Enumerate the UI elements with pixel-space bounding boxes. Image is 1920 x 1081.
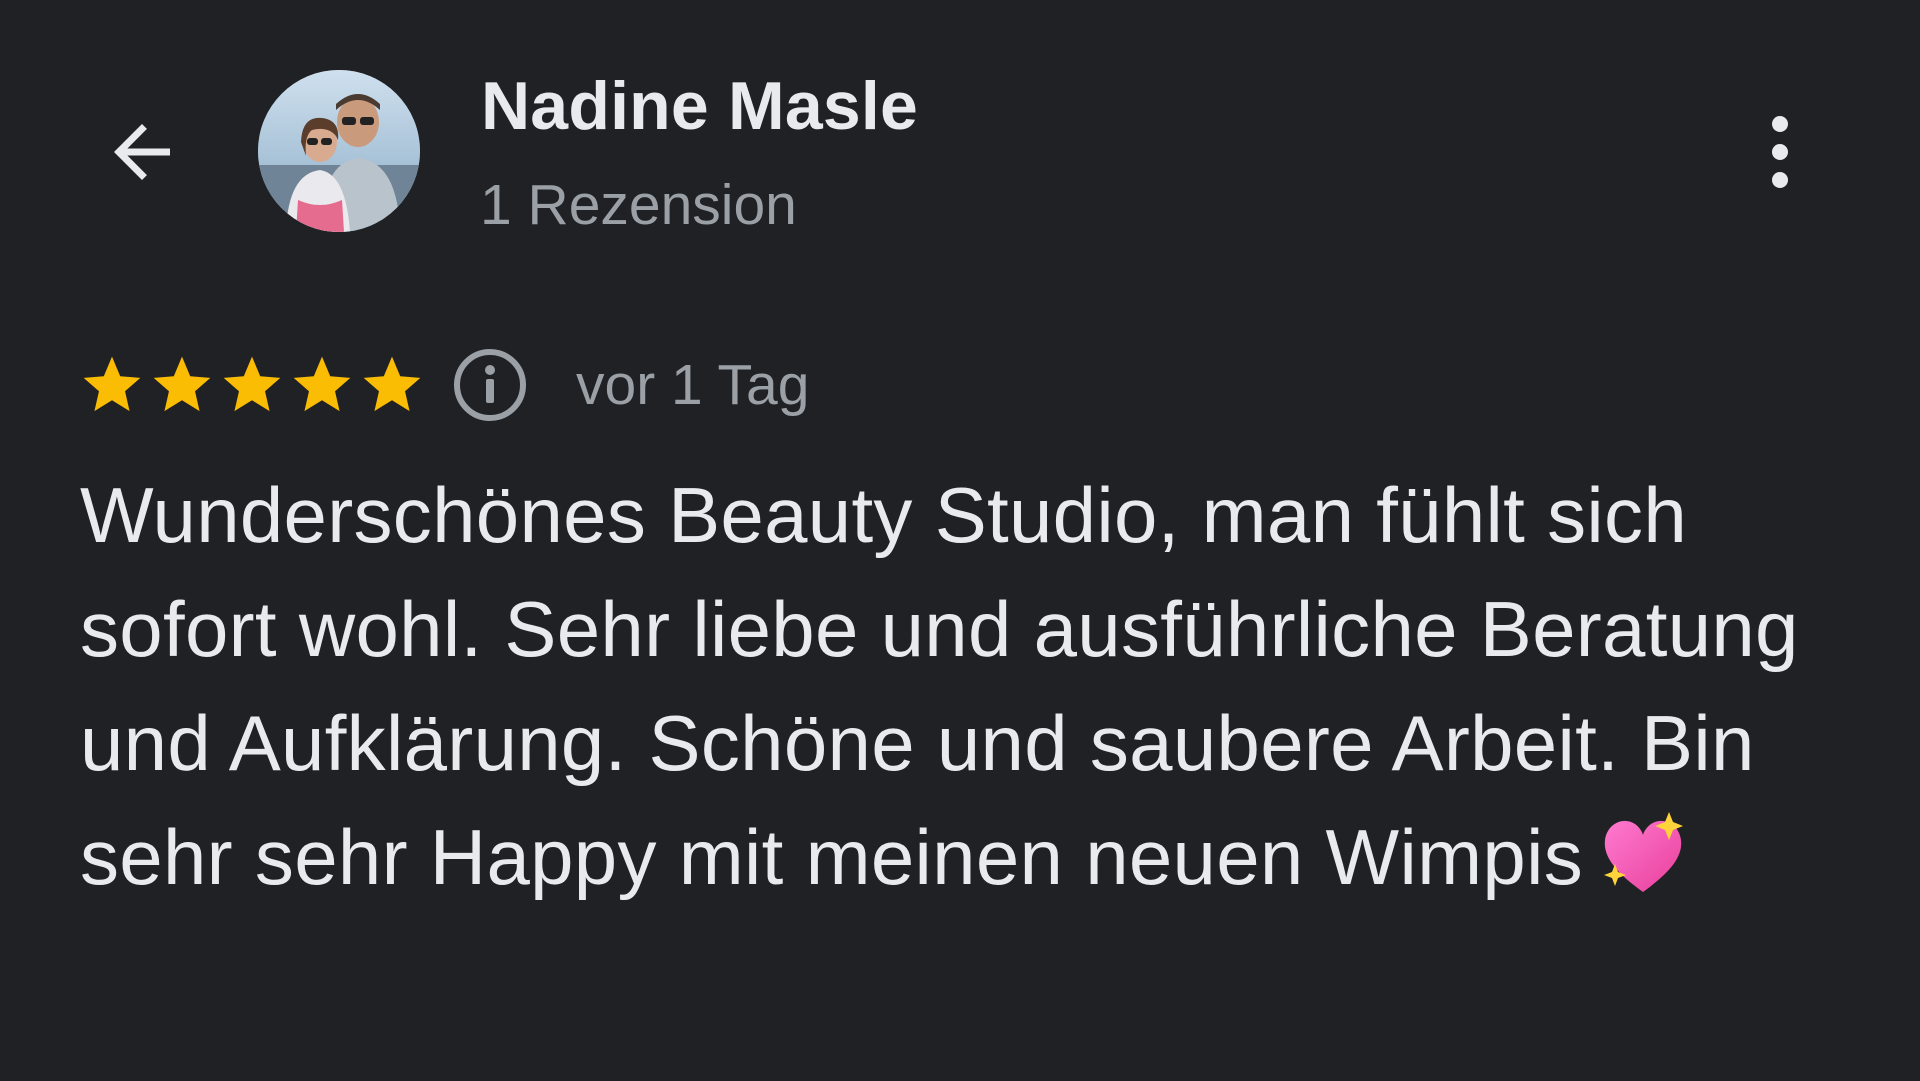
review-count: 1 Rezension xyxy=(480,173,797,237)
star-icon xyxy=(83,356,141,412)
star-icon xyxy=(363,356,421,412)
star-icon xyxy=(223,356,281,412)
star-icon xyxy=(293,356,351,412)
review-date: vor 1 Tag xyxy=(576,353,810,417)
more-options-button[interactable] xyxy=(1740,100,1820,204)
rating-row: vor 1 Tag xyxy=(78,345,809,425)
avatar[interactable] xyxy=(258,70,420,232)
review-detail-screen: Nadine Masle 1 Rezension vor 1 Tag Wunde… xyxy=(0,0,1920,1081)
author-name[interactable]: Nadine Masle xyxy=(481,67,918,145)
sparkling-heart-emoji xyxy=(1597,808,1689,928)
profile-photo xyxy=(258,70,420,232)
arrow-left-icon xyxy=(114,124,170,180)
more-vert-icon xyxy=(1772,116,1788,188)
star-rating xyxy=(78,351,428,419)
review-body: Wunderschönes Beauty Studio, man fühlt s… xyxy=(80,471,1799,901)
review-text: Wunderschönes Beauty Studio, man fühlt s… xyxy=(80,458,1880,928)
star-icon xyxy=(153,356,211,412)
info-icon xyxy=(454,349,526,421)
back-button[interactable] xyxy=(92,102,192,202)
info-button[interactable] xyxy=(452,347,528,423)
